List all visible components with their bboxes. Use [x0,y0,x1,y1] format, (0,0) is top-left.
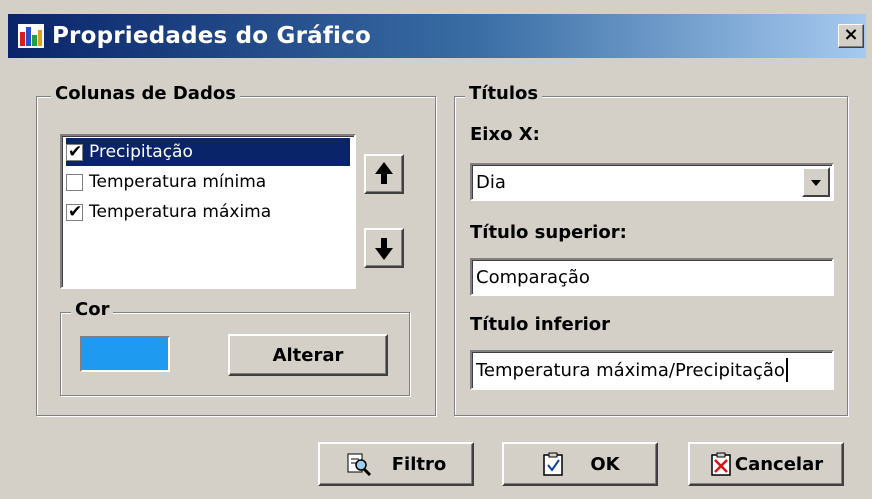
list-item-temperatura-maxima[interactable]: ✔ Temperatura máxima [66,198,350,226]
window-title: Propriedades do Gráfico [52,23,371,49]
title-bar[interactable]: Propriedades do Gráfico × [8,14,866,58]
list-item-temperatura-minima[interactable]: Temperatura mínima [66,168,350,196]
text-cursor [785,358,788,382]
move-down-button[interactable] [364,228,404,268]
filter-icon [347,453,371,477]
list-item-label: Temperatura máxima [89,202,272,222]
ok-button[interactable]: OK [502,442,658,486]
change-color-label: Alterar [272,344,344,366]
change-color-button[interactable]: Alterar [228,334,388,376]
filter-button[interactable]: Filtro [318,442,474,486]
move-up-button[interactable] [364,154,404,194]
bottom-title-label: Título inferior [470,314,610,335]
ok-label: OK [590,453,620,475]
color-swatch [80,336,170,372]
dropdown-button[interactable] [802,167,830,197]
x-axis-select[interactable]: Dia [470,163,834,201]
data-columns-list[interactable]: ✔ Precipitação Temperatura mínima ✔ Temp… [60,134,356,289]
bottom-title-value: Temperatura máxima/Precipitação [476,359,785,381]
chart-app-icon [18,24,44,48]
x-axis-value: Dia [476,171,506,193]
close-button[interactable]: × [838,24,864,48]
list-item-label: Precipitação [89,142,193,162]
checkbox-precipitacao[interactable]: ✔ [66,141,83,162]
titles-legend: Títulos [465,83,543,104]
cancel-button[interactable]: Cancelar [688,442,844,486]
list-item-precipitacao[interactable]: ✔ Precipitação [66,138,350,166]
arrow-down-icon [375,238,393,260]
list-item-label: Temperatura mínima [89,172,267,192]
checkbox-temperatura-minima[interactable] [66,173,83,191]
checkbox-temperatura-maxima[interactable]: ✔ [66,201,83,222]
check-icon: ✔ [68,201,83,222]
data-columns-legend: Colunas de Dados [51,83,240,104]
chevron-down-icon [811,180,821,186]
top-title-input[interactable]: Comparação [470,258,834,296]
filter-label: Filtro [391,453,447,475]
close-icon: × [843,24,859,45]
top-title-value: Comparação [476,266,590,288]
top-title-label: Título superior: [470,222,627,243]
cancel-label: Cancelar [734,453,824,475]
arrow-up-icon [375,162,393,184]
check-icon: ✔ [68,141,83,162]
x-axis-label: Eixo X: [470,124,540,145]
chart-properties-dialog: Propriedades do Gráfico × Colunas de Dad… [0,0,872,499]
color-legend: Cor [71,299,114,320]
clipboard-cancel-icon [711,452,731,476]
bottom-title-input[interactable]: Temperatura máxima/Precipitação [470,350,834,390]
clipboard-check-icon [543,452,564,476]
